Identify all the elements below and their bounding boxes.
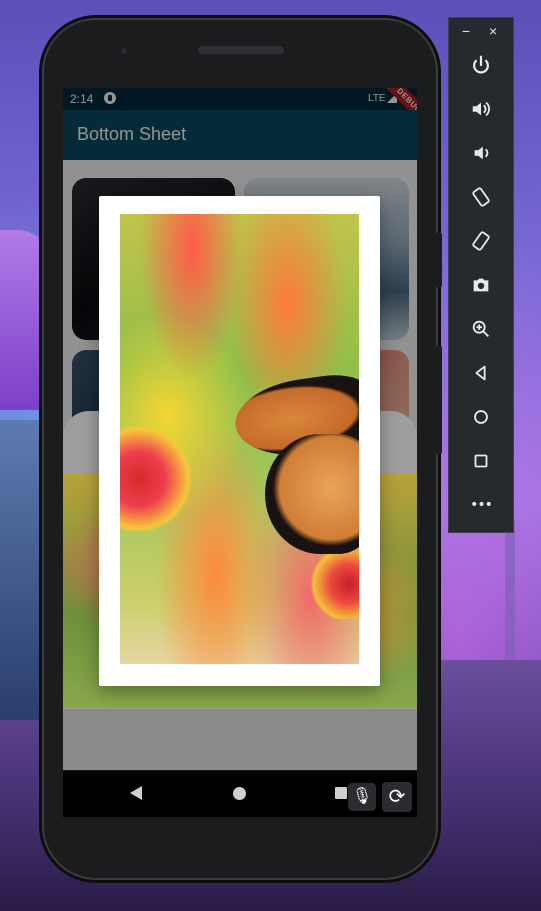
image-dialog [99, 196, 380, 686]
dialog-image[interactable] [120, 214, 359, 664]
flower-right [295, 549, 359, 619]
recents-icon[interactable] [335, 787, 347, 799]
back-triangle-icon [475, 365, 486, 381]
close-button[interactable]: × [489, 24, 497, 38]
more-button[interactable]: ••• [449, 491, 513, 519]
rotate-left-button[interactable] [449, 183, 513, 211]
earpiece-speaker [198, 46, 284, 54]
wallpaper-pole [505, 520, 515, 660]
rotate-left-icon [472, 187, 490, 207]
volume-up-button[interactable] [449, 95, 513, 123]
zoom-in-icon [472, 320, 489, 337]
rotate-right-button[interactable] [449, 227, 513, 255]
more-dots-icon: ••• [470, 497, 493, 513]
rotate-right-icon [472, 231, 490, 251]
back-icon[interactable] [130, 786, 142, 800]
overview-square-icon [474, 454, 488, 468]
phone-volume-key [436, 345, 442, 455]
butterfly-lower-wing [265, 434, 359, 554]
phone-power-key [436, 232, 442, 288]
volume-down-icon [474, 146, 489, 160]
emulator-toolbar: − × ••• [448, 17, 514, 533]
camera-icon [473, 278, 489, 292]
home-circle-icon [474, 410, 488, 424]
home-button[interactable] [449, 403, 513, 431]
home-icon[interactable] [233, 787, 246, 800]
microphone-icon[interactable]: 🎙 [348, 783, 376, 811]
flower-left [120, 424, 210, 534]
minimize-button[interactable]: − [462, 24, 470, 38]
volume-up-icon [472, 101, 490, 117]
bottom-sheet-footer [63, 709, 417, 770]
overview-button[interactable] [449, 447, 513, 475]
power-button[interactable] [449, 51, 513, 79]
back-button[interactable] [449, 359, 513, 387]
power-icon [473, 55, 489, 74]
wallpaper-figure [0, 230, 48, 410]
screenshot-button[interactable] [449, 271, 513, 299]
front-camera [118, 45, 130, 57]
volume-down-button[interactable] [449, 139, 513, 167]
rotate-icon[interactable]: ⟳ [382, 782, 412, 812]
zoom-button[interactable] [449, 315, 513, 343]
